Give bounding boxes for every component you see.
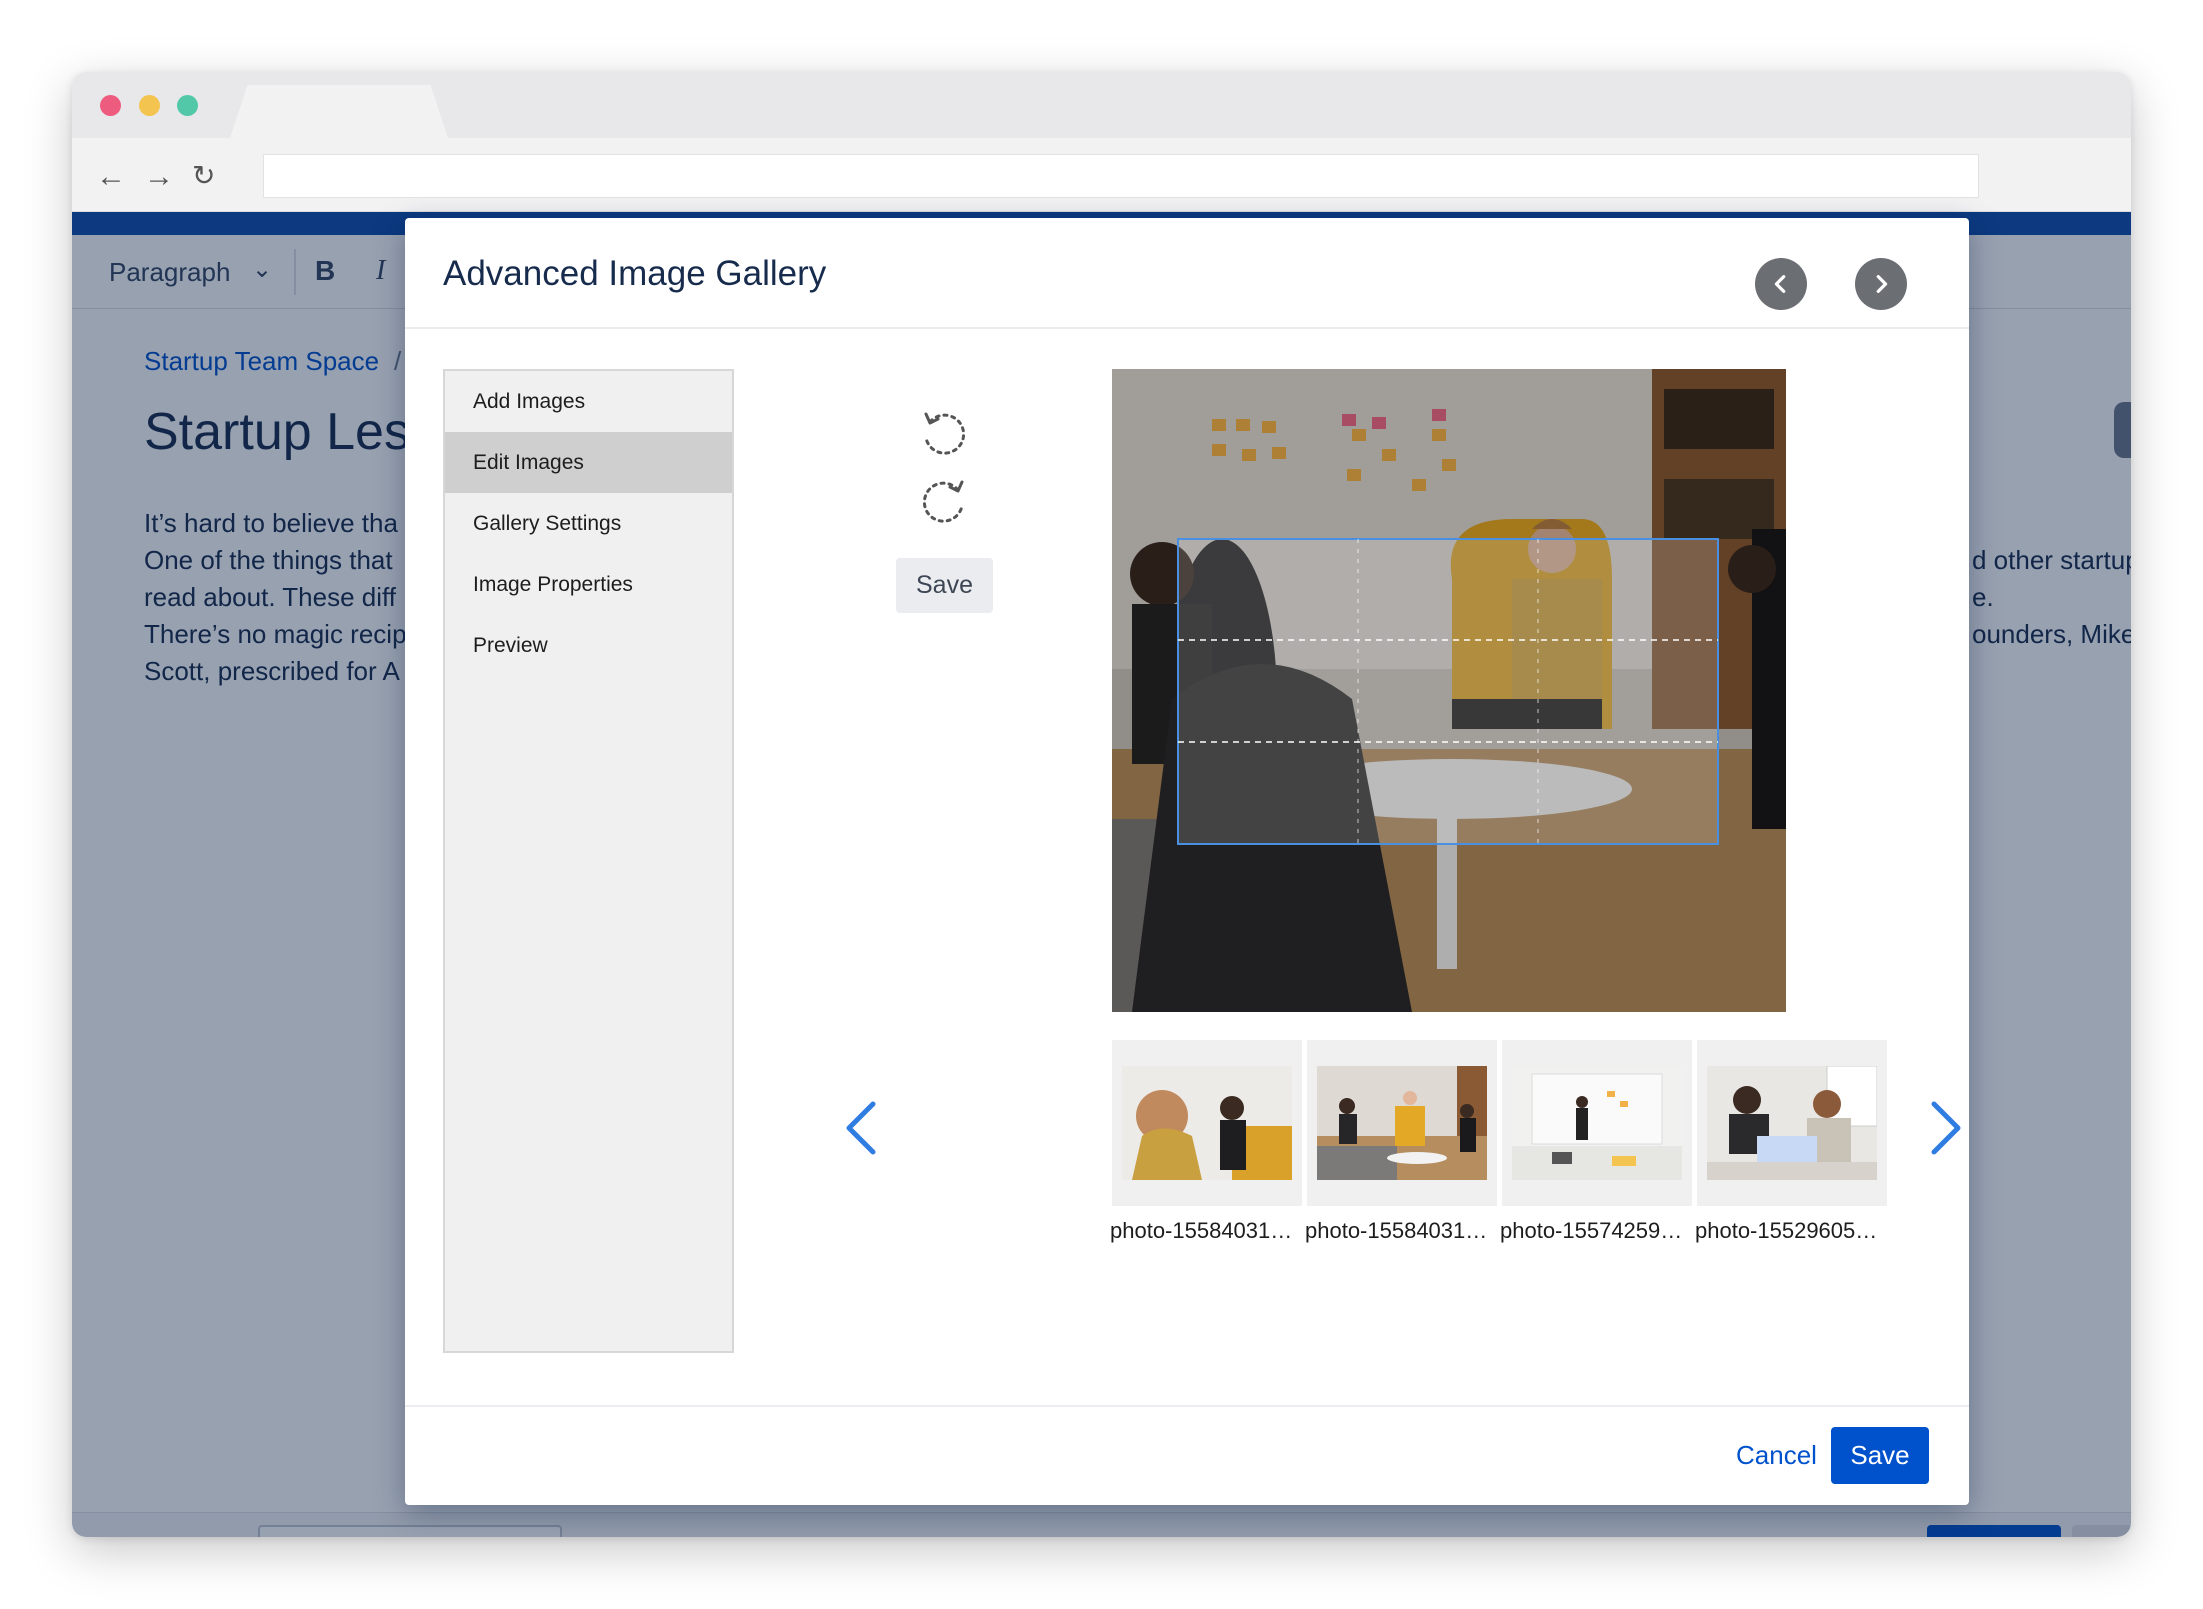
thumbnail-image: [1512, 1066, 1682, 1180]
menu-item-image-properties[interactable]: Image Properties: [445, 554, 732, 615]
thumbnail-image: [1122, 1066, 1292, 1180]
thumbnail[interactable]: [1502, 1040, 1692, 1206]
rotate-counterclockwise-icon[interactable]: [916, 404, 972, 460]
browser-tab-strip: [72, 72, 2131, 138]
thumbnail[interactable]: [1697, 1040, 1887, 1206]
modal-header: Advanced Image Gallery: [405, 218, 1969, 329]
chevron-right-icon: [1876, 275, 1888, 293]
modal-title: Advanced Image Gallery: [443, 254, 827, 293]
thumbnail-image: [1317, 1066, 1487, 1180]
previous-image-button[interactable]: [1755, 258, 1807, 310]
advanced-image-gallery-dialog: Advanced Image Gallery Add Images Edit I…: [405, 218, 1969, 1505]
reload-icon[interactable]: ↻: [192, 162, 215, 190]
save-button[interactable]: Save: [1831, 1427, 1929, 1484]
cancel-button[interactable]: Cancel: [1736, 1440, 1817, 1471]
window-minimize-dot[interactable]: [139, 95, 160, 116]
thumbnail-label: photo-1558403194-611308249627: [1110, 1218, 1304, 1243]
menu-item-gallery-settings[interactable]: Gallery Settings: [445, 493, 732, 554]
thumbnail-selected[interactable]: [1307, 1040, 1497, 1206]
thumbnail[interactable]: [1112, 1040, 1302, 1206]
carousel-next-arrow-icon[interactable]: [1920, 1098, 1970, 1158]
thumbnail-label: photo-1552960562-daf630e9278b: [1695, 1218, 1889, 1243]
back-arrow-icon[interactable]: ←: [96, 162, 126, 192]
window-close-dot[interactable]: [100, 95, 121, 116]
thumbnail-label: photo-1557425955-df376b5903c8: [1500, 1218, 1694, 1243]
browser-toolbar: ← → ↻: [72, 138, 2131, 212]
thumbnail-label: photo-1558403194-611308249628: [1305, 1218, 1499, 1243]
browser-tab[interactable]: [230, 85, 448, 138]
chevron-left-icon: [1774, 275, 1786, 293]
menu-item-edit-images[interactable]: Edit Images: [445, 432, 732, 493]
main-image-editor[interactable]: [1112, 369, 1786, 1012]
menu-item-preview[interactable]: Preview: [445, 615, 732, 676]
next-image-button[interactable]: [1855, 258, 1907, 310]
address-bar[interactable]: [263, 154, 1979, 198]
rotate-clockwise-icon[interactable]: [916, 472, 972, 528]
forward-arrow-icon[interactable]: →: [144, 162, 174, 192]
save-edit-button[interactable]: Save: [896, 558, 993, 613]
browser-window: ← → ↻ Paragraph ⌄ B I Startup Team Space…: [72, 72, 2131, 1537]
thumbnail-image: [1707, 1066, 1877, 1180]
gallery-side-menu: Add Images Edit Images Gallery Settings …: [443, 369, 734, 1353]
menu-item-add-images[interactable]: Add Images: [445, 371, 732, 432]
window-maximize-dot[interactable]: [177, 95, 198, 116]
modal-footer: Cancel Save: [405, 1405, 1969, 1505]
selected-photo: [1112, 369, 1786, 1012]
carousel-prev-arrow-icon[interactable]: [837, 1098, 887, 1158]
